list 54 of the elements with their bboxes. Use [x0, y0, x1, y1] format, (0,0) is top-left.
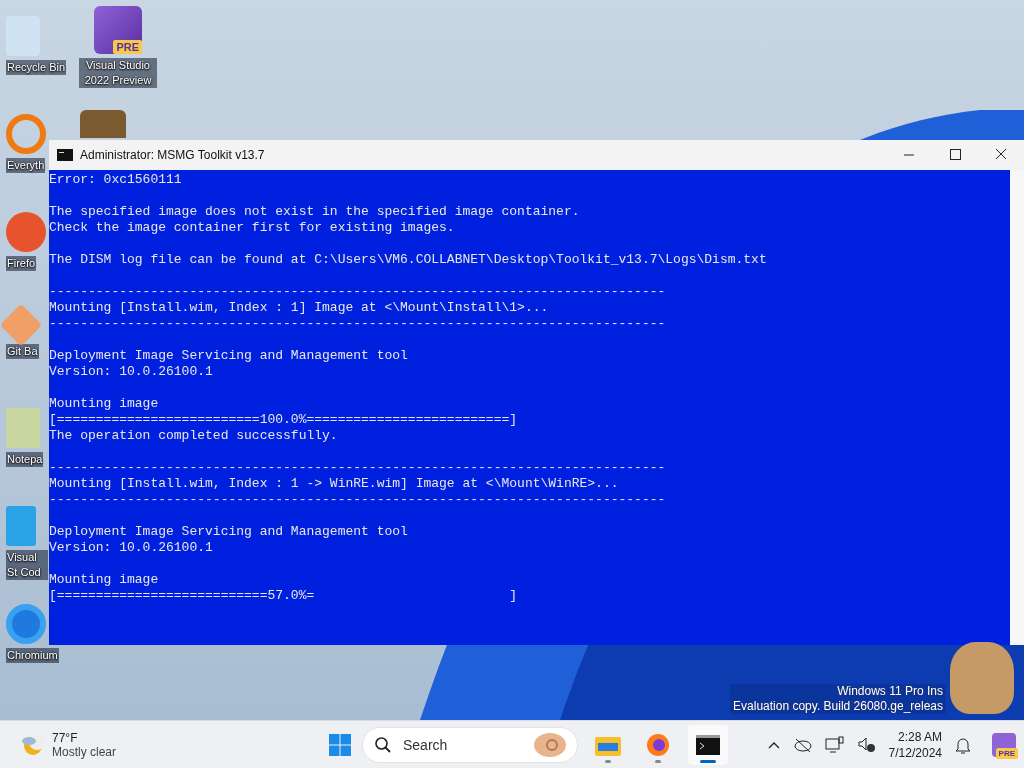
console-line: ------------------------------------------------------------------------------- [49, 460, 667, 476]
shell-icon [532, 732, 568, 758]
start-button[interactable] [328, 733, 352, 757]
bell-icon[interactable] [954, 736, 972, 754]
preview-badge: PRE [995, 748, 1018, 759]
network-icon[interactable] [824, 736, 845, 754]
chevron-up-icon[interactable] [766, 740, 781, 750]
speaker-muted-icon[interactable] [856, 736, 877, 754]
window-title: Administrator: MSMG Toolkit v13.7 [80, 148, 265, 162]
console-line: Deployment Image Servicing and Management tool [49, 524, 409, 540]
console-line: Mounting image [49, 396, 160, 412]
console-line: Deployment Image Servicing and Management tool [49, 348, 409, 364]
console-line: The operation completed successfully. [49, 428, 339, 444]
console-line: Mounting [Install.wim, Index : 1] Image at <\Mount\Install\1>... [49, 300, 550, 316]
app-icon[interactable]: PRE [992, 733, 1016, 757]
app-icon[interactable]: PRE [94, 6, 142, 54]
desktop-icon-label[interactable]: Firefo [6, 256, 37, 271]
console-line: Version: 10.0.26100.1 [49, 364, 214, 380]
console-line: [===========================57.0%= ] [49, 588, 519, 604]
console-icon [57, 149, 73, 161]
desktop-icon-label[interactable]: Chromium [6, 648, 59, 663]
console-line: Mounting [Install.wim, Index : 1 -> WinRE.wim] Image at <\Mount\WinRE>... [49, 476, 620, 492]
browser-icon [646, 733, 670, 757]
folder-icon [595, 734, 621, 756]
search-field[interactable]: Search [362, 727, 578, 763]
search-icon [374, 736, 392, 754]
console-line: The DISM log file can be found at C:\Users\VM6.COLLABNET\Desktop\Toolkit_v13.7\Logs\Dism.txt [49, 252, 768, 268]
desktop-icon-label[interactable]: Git Ba [6, 344, 39, 359]
console-line: ------------------------------------------------------------------------------- [49, 316, 667, 332]
scrollbar[interactable] [1010, 170, 1024, 645]
console-line: ------------------------------------------------------------------------------- [49, 284, 667, 300]
app-icon[interactable] [6, 114, 46, 154]
watermark-text: Evaluation copy. Build 26080.ge_releas [733, 699, 943, 714]
console-line: Version: 10.0.26100.1 [49, 540, 214, 556]
temperature: 77°F [52, 731, 79, 745]
console-line: [==========================100.0%==========================] [49, 412, 519, 428]
cloud-off-icon[interactable] [792, 737, 813, 753]
clock-time[interactable]: 2:28 AM [897, 729, 942, 745]
terminal-icon [696, 735, 720, 755]
console-line: Error: 0xc1560111 [49, 172, 183, 188]
console-line: Mounting image [49, 572, 160, 588]
desktop-icon-label[interactable]: Visual St Cod [6, 550, 48, 580]
weather-condition: Mostly clear [52, 745, 116, 759]
desktop-icon-label[interactable]: Everyth [6, 158, 46, 173]
console-line: The specified image does not exist in the specified image container. [49, 204, 581, 220]
desktop-icon-label[interactable]: Notepa [6, 452, 44, 467]
desktop-icon-label[interactable]: Visual Studio 2022 Preview [79, 58, 157, 88]
preview-badge: PRE [113, 40, 142, 54]
clock-date[interactable]: 7/12/2024 [888, 745, 942, 761]
console-line: Check the image container first for existing images. [49, 220, 456, 236]
watermark-text: Windows 11 Pro Ins [837, 684, 943, 699]
desktop-icon-label[interactable]: Recycle Bin [6, 60, 67, 75]
console-line: ------------------------------------------------------------------------------- [49, 492, 667, 508]
taskbar-app[interactable] [688, 725, 728, 765]
